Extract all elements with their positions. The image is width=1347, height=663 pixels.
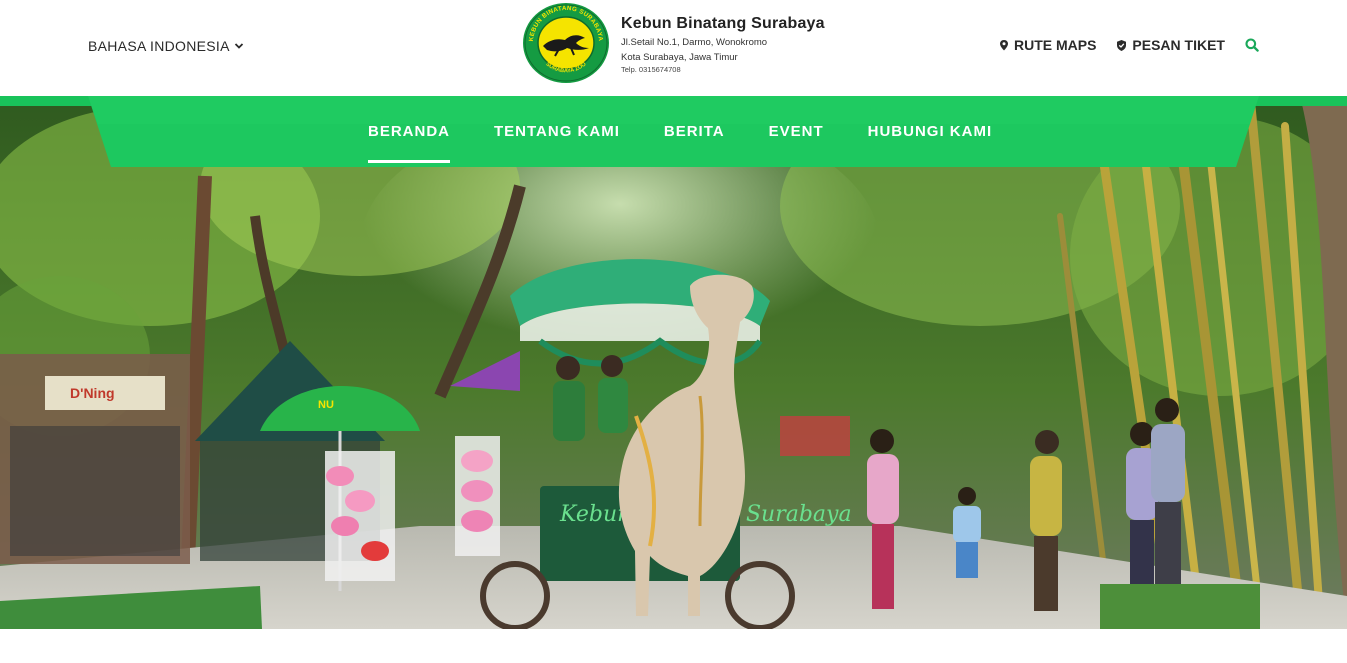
nav-item-event[interactable]: EVENT [769,123,824,163]
search-button[interactable] [1245,38,1259,52]
page-bottom-space [0,629,1347,663]
route-maps-link[interactable]: RUTE MAPS [999,37,1096,53]
brand-address-line2: Kota Surabaya, Jawa Timur [621,52,738,63]
nav-item-hubungi-kami[interactable]: HUBUNGI KAMI [868,123,993,163]
brand-address-line1: Jl.Setail No.1, Darmo, Wonokromo [621,37,768,48]
stall-sign: D'Ning [70,385,115,401]
order-ticket-label: PESAN TIKET [1132,37,1225,53]
brand-phone: Telp. 0315674708 [621,65,681,74]
site-header: BAHASA INDONESIA KEBUN BINATANG SURABAYA… [0,0,1347,96]
brand-text: Kebun Binatang Surabaya Jl.Setail No.1, … [621,15,825,74]
hero-photo: D'Ning NU Kebun Binatang Surabaya [0,96,1347,629]
umbrella-text: NU [318,399,334,411]
language-label: BAHASA INDONESIA [88,38,230,54]
language-selector[interactable]: BAHASA INDONESIA [88,38,244,54]
search-icon [1245,38,1259,52]
brand-block[interactable]: KEBUN BINATANG SURABAYA SURABAYA ZOO Keb… [521,2,825,84]
nav-item-berita[interactable]: BERITA [664,123,725,163]
main-nav: BERANDA TENTANG KAMI BERITA EVENT HUBUNG… [0,96,1347,168]
brand-name: Kebun Binatang Surabaya [621,15,825,32]
map-pin-icon [999,39,1008,50]
nav-menu: BERANDA TENTANG KAMI BERITA EVENT HUBUNG… [368,123,992,163]
zoo-logo: KEBUN BINATANG SURABAYA SURABAYA ZOO [523,3,609,83]
order-ticket-link[interactable]: PESAN TIKET [1116,37,1225,53]
route-maps-label: RUTE MAPS [1013,37,1097,53]
shield-icon [1117,39,1127,51]
nav-item-tentang-kami[interactable]: TENTANG KAMI [494,123,620,163]
chevron-down-icon [234,43,243,49]
nav-item-beranda[interactable]: BERANDA [368,123,450,163]
header-actions: RUTE MAPS PESAN TIKET [999,37,1259,53]
hero-banner: D'Ning NU Kebun Binatang Surabaya [0,96,1347,629]
